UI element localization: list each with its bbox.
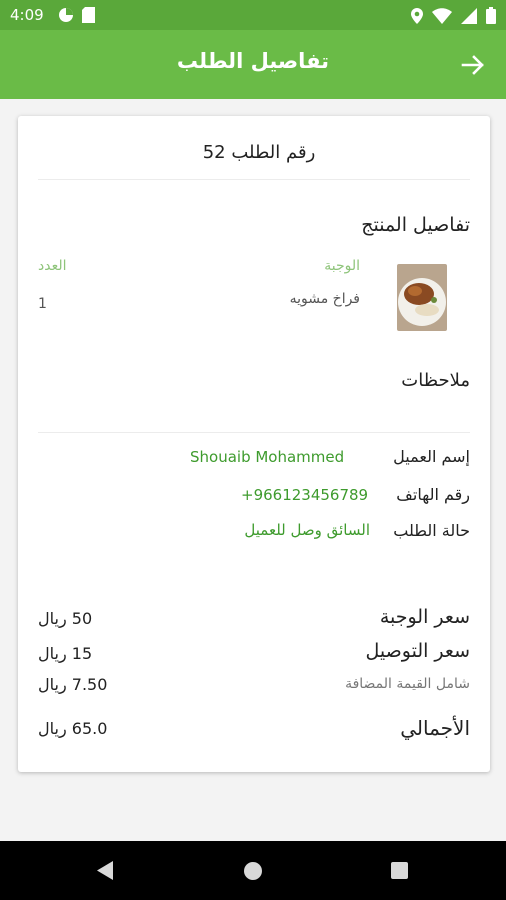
order-status-label: حالة الطلب — [393, 521, 470, 540]
data-saver-icon — [59, 8, 73, 22]
status-right-icons — [411, 7, 496, 24]
status-time: 4:09 — [10, 6, 44, 24]
app-bar: تفاصيل الطلب — [0, 30, 506, 99]
customer-name-value: Shouaib Mohammed — [190, 448, 345, 466]
meal-column-header: الوجبة — [324, 258, 360, 274]
delivery-price-label: سعر التوصيل — [365, 640, 470, 662]
status-bar: 4:09 — [0, 0, 506, 30]
quantity-column-header: العدد — [38, 258, 67, 274]
sd-card-icon — [82, 7, 95, 23]
status-left-icons — [58, 7, 95, 23]
order-details-card: رقم الطلب 52 تفاصيل المنتج الوجبة العدد … — [18, 116, 490, 772]
meal-price-label: سعر الوجبة — [379, 606, 470, 628]
arrow-right-icon[interactable] — [460, 52, 486, 78]
order-number-row: رقم الطلب 52 — [18, 142, 490, 163]
product-section-title: تفاصيل المنتج — [361, 214, 470, 236]
nav-recents-icon[interactable] — [391, 862, 408, 879]
battery-icon — [486, 7, 496, 24]
order-status-value: السائق وصل للعميل — [244, 521, 370, 539]
product-image — [397, 264, 447, 331]
location-icon — [411, 7, 423, 24]
product-quantity: 1 — [38, 296, 47, 312]
order-number-value: 52 — [202, 142, 226, 163]
order-number-label: رقم الطلب — [231, 142, 316, 163]
meal-price-value: 50 ريال — [38, 609, 93, 628]
divider — [38, 179, 470, 180]
signal-icon — [461, 7, 477, 24]
delivery-price-value: 15 ريال — [38, 644, 93, 663]
vat-label: شامل القيمة المضافة — [345, 676, 470, 692]
divider — [38, 432, 470, 433]
notes-title: ملاحظات — [401, 370, 470, 391]
page-title: تفاصيل الطلب — [176, 49, 330, 73]
system-nav-bar — [0, 841, 506, 900]
total-label: الأجمالي — [400, 716, 470, 740]
phone-label: رقم الهاتف — [396, 485, 470, 504]
wifi-icon — [432, 7, 452, 24]
total-value: 65.0 ريال — [38, 719, 108, 738]
customer-name-label: إسم العميل — [393, 447, 470, 466]
vat-value: 7.50 ريال — [38, 675, 108, 694]
nav-home-icon[interactable] — [244, 862, 262, 880]
phone-value[interactable]: +966123456789 — [241, 486, 368, 504]
product-name: فراخ مشويه — [289, 291, 360, 307]
nav-back-icon[interactable] — [97, 861, 113, 880]
